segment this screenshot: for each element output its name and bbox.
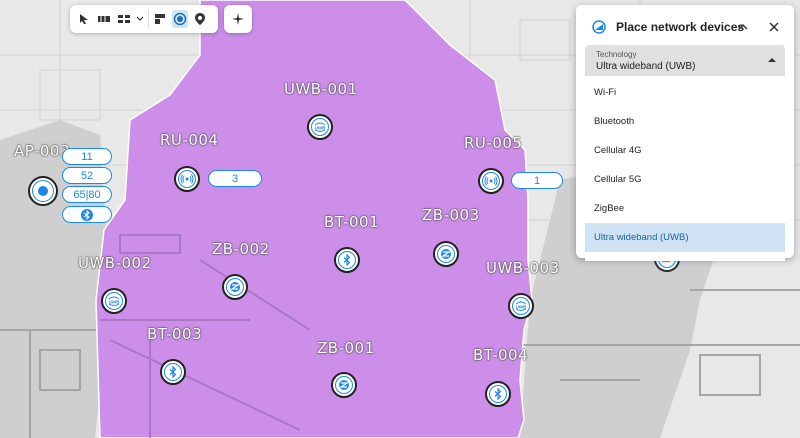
technology-label: Technology (596, 50, 637, 59)
device-marker-bt001[interactable] (334, 247, 360, 273)
zigbee-icon (441, 249, 451, 259)
floor-plan-canvas[interactable]: AP-003 UWB UWB-001 RU-004 3 RU-005 1 BT-001 ZB-0… (0, 0, 800, 438)
device-label: RU-004 (160, 131, 219, 149)
device-count-pill: 3 (208, 170, 262, 187)
device-marker-ru004[interactable] (174, 166, 200, 192)
device-label: ZB-002 (212, 240, 270, 258)
ap-stat-pill: 52 (62, 167, 112, 184)
device-tool[interactable] (172, 10, 189, 28)
radio-icon (180, 174, 194, 184)
technology-dropdown: Wi-Fi Bluetooth Cellular 4G Cellular 5G … (585, 78, 785, 261)
sparkle-icon (232, 13, 244, 25)
ai-assist-button[interactable] (224, 5, 252, 33)
device-label: ZB-001 (317, 339, 375, 357)
network-device-icon (592, 20, 606, 34)
location-pin-icon (195, 13, 206, 25)
device-icon-ring (164, 363, 182, 381)
uwb-icon: UWB (315, 122, 326, 132)
bluetooth-icon (169, 366, 177, 378)
bluetooth-icon (343, 254, 351, 266)
bluetooth-icon (494, 388, 502, 400)
zigbee-icon (230, 282, 240, 292)
device-label: BT-004 (473, 346, 529, 364)
svg-text:UWB: UWB (109, 300, 120, 305)
device-label: ZB-003 (422, 206, 480, 224)
option-bluetooth[interactable]: Bluetooth (585, 107, 785, 136)
device-marker-bt004[interactable] (485, 381, 511, 407)
svg-text:UWB: UWB (516, 305, 527, 310)
device-marker-uwb003[interactable]: UWB (508, 293, 534, 319)
device-icon-ring (338, 251, 356, 269)
layout-icon (155, 14, 166, 24)
device-label: BT-003 (147, 325, 203, 343)
location-tool[interactable] (192, 10, 208, 28)
option-zigbee[interactable]: ZigBee (585, 194, 785, 223)
device-marker-ru005[interactable] (478, 168, 504, 194)
device-marker-bt003[interactable] (160, 359, 186, 385)
device-icon-ring: UWB (512, 297, 530, 315)
technology-value: Ultra wideband (UWB) (596, 61, 696, 72)
device-icon-ring (32, 180, 54, 202)
device-icon-ring (226, 278, 244, 296)
pointer-icon (79, 14, 88, 24)
caret-up-icon (768, 58, 776, 62)
device-label: BT-001 (324, 213, 380, 231)
layout-tool[interactable] (152, 10, 168, 28)
ap-bluetooth-pill (62, 206, 112, 223)
device-marker-zb002[interactable] (222, 274, 248, 300)
zigbee-icon (339, 380, 349, 390)
device-label: RU-005 (464, 134, 523, 152)
device-icon-ring (489, 385, 507, 403)
device-marker-ap003[interactable] (28, 176, 58, 206)
radio-icon (484, 176, 498, 186)
grid-tool[interactable] (116, 10, 132, 28)
device-count-pill: 1 (511, 172, 563, 189)
device-icon-ring (482, 172, 500, 190)
ap-stat-pill: 11 (62, 148, 112, 165)
toolbar (70, 5, 218, 33)
grid-icon (117, 15, 130, 23)
device-marker-zb003[interactable] (433, 241, 459, 267)
close-icon[interactable] (767, 20, 781, 34)
device-label: UWB-003 (486, 259, 560, 277)
bluetooth-icon (83, 209, 90, 220)
chevron-down-icon (136, 16, 144, 21)
device-icon-ring (335, 376, 353, 394)
panel-title: Place network devices (616, 20, 745, 34)
pointer-tool[interactable] (76, 10, 92, 28)
wall-icon (97, 16, 110, 22)
technology-select[interactable]: Technology Ultra wideband (UWB) (585, 45, 785, 76)
device-label: UWB-001 (284, 80, 358, 98)
option-uwb[interactable]: Ultra wideband (UWB) (585, 223, 785, 252)
device-marker-zb001[interactable] (331, 372, 357, 398)
place-network-devices-panel: Place network devices Technology Ultra w… (576, 5, 794, 261)
device-icon-ring (437, 245, 455, 263)
device-marker-uwb002[interactable]: UWB (101, 288, 127, 314)
device-icon-ring: UWB (105, 292, 123, 310)
device-icon-ring (178, 170, 196, 188)
toolbar-divider (147, 10, 149, 28)
device-marker-uwb001[interactable]: UWB (307, 114, 333, 140)
wall-tool[interactable] (96, 10, 112, 28)
option-cellular-4g[interactable]: Cellular 4G (585, 136, 785, 165)
svg-text:UWB: UWB (315, 126, 326, 131)
device-label: UWB-002 (78, 254, 152, 272)
uwb-icon: UWB (516, 301, 527, 311)
uwb-icon: UWB (109, 296, 120, 306)
option-cellular-5g[interactable]: Cellular 5G (585, 165, 785, 194)
grid-tool-dropdown[interactable] (136, 10, 144, 28)
device-icon (173, 12, 187, 26)
dot-icon (38, 186, 48, 196)
option-wifi[interactable]: Wi-Fi (585, 78, 785, 107)
device-icon-ring: UWB (311, 118, 329, 136)
chevron-up-icon[interactable] (736, 20, 750, 34)
ap-stat-pill: 65|80 (62, 186, 112, 203)
